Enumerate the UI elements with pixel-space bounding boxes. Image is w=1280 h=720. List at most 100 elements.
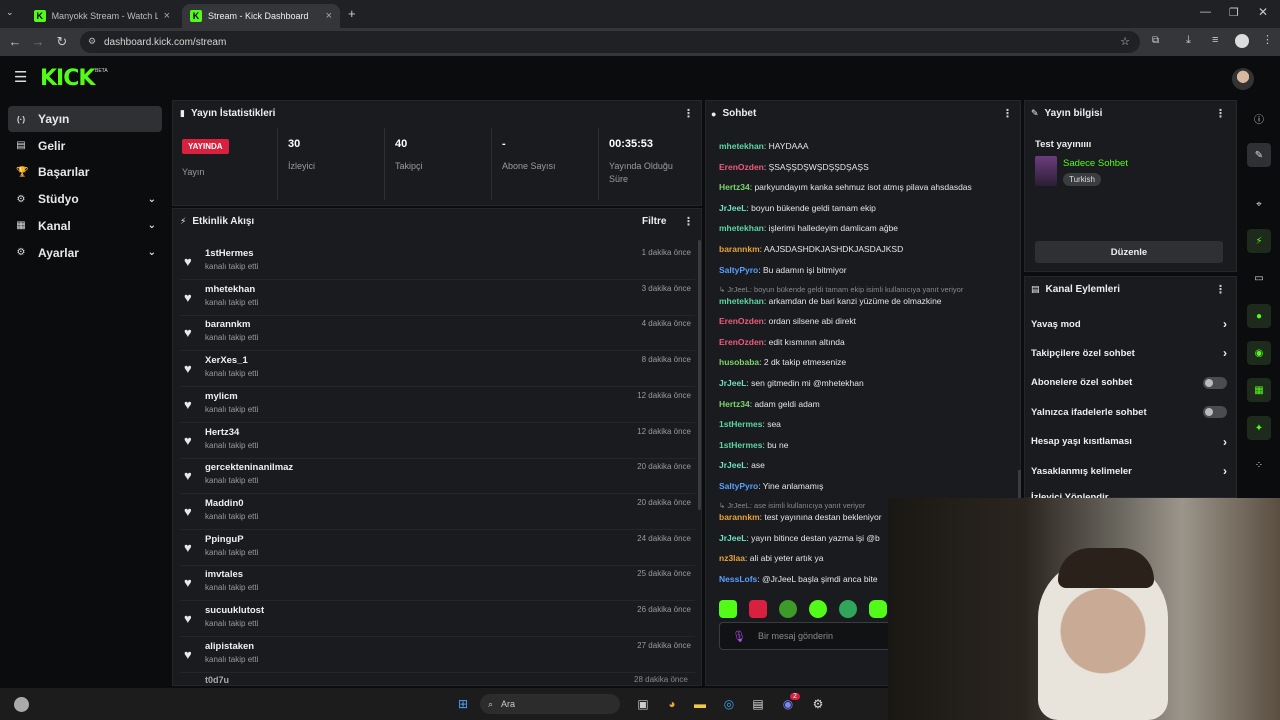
taskbar-search[interactable]: ⌕ Ara (480, 694, 620, 714)
url-field[interactable]: ⚙ dashboard.kick.com/stream ☆ (80, 31, 1140, 53)
windows-start-icon[interactable]: ⊞ (453, 694, 473, 714)
chat-username[interactable]: SaltyPyro (719, 265, 758, 275)
sidebar-item-5[interactable]: ⚙ Ayarlar ⌄ (8, 240, 162, 266)
extensions-icon[interactable]: ⧉ (1152, 35, 1159, 46)
chrome-icon[interactable]: ◕ (662, 694, 682, 714)
activity-username[interactable]: sucuuklutost (205, 605, 264, 616)
file-explorer-icon[interactable]: ▬ (690, 694, 710, 714)
activity-item[interactable]: ♥ barannkm kanalı takip etti 4 dakika önce (180, 315, 695, 352)
reload-icon[interactable]: ↻ (50, 34, 74, 50)
activity-username[interactable]: Hertz34 (205, 427, 239, 438)
activity-username[interactable]: Maddin0 (205, 498, 244, 509)
restore-icon[interactable]: ❐ (1229, 6, 1239, 19)
activity-item[interactable]: ♥ XerXes_1 kanalı takip etti 8 dakika önce (180, 351, 695, 388)
chat-username[interactable]: mhetekhan (719, 141, 764, 151)
lightning-icon[interactable]: ⚡ (1247, 229, 1271, 253)
chat-username[interactable]: mhetekhan (719, 296, 764, 306)
activity-username[interactable]: 1stHermes (205, 248, 254, 259)
chat-username[interactable]: SaltyPyro (719, 481, 758, 491)
tab-search-icon[interactable]: ⌄ (6, 7, 14, 18)
chat-scrollbar[interactable] (1018, 470, 1021, 500)
layout-icon[interactable]: ▦ (1247, 378, 1271, 402)
chat-username[interactable]: mhetekhan (719, 223, 764, 233)
user-avatar[interactable] (1232, 68, 1254, 90)
activity-username[interactable]: XerXes_1 (205, 355, 248, 366)
chat-username[interactable]: JrJeeL (719, 203, 746, 213)
emote-icon[interactable] (869, 600, 887, 618)
close-window-icon[interactable]: ✕ (1258, 5, 1268, 19)
activity-username[interactable]: gercekteninanilmaz (205, 462, 293, 473)
chat-username[interactable]: ErenOzden (719, 162, 764, 172)
new-tab-icon[interactable]: + (348, 6, 356, 21)
sidebar-item-2[interactable]: 🏆 Başarılar (8, 159, 162, 185)
chat-username[interactable]: barannkm (719, 244, 760, 254)
stream-info-menu-icon[interactable]: ⋮ (1215, 107, 1226, 120)
activity-username[interactable]: imvtales (205, 569, 243, 580)
activity-item[interactable]: ♥ Maddin0 kanalı takip etti 20 dakika önce (180, 494, 695, 530)
chat-username[interactable]: JrJeeL (719, 378, 746, 388)
chat-username[interactable]: 1stHermes (719, 419, 762, 429)
activity-username[interactable]: alipistaken (205, 641, 254, 652)
stats-menu-icon[interactable]: ⋮ (683, 107, 694, 120)
forward-icon[interactable]: → (26, 34, 50, 49)
channel-action-item[interactable]: Abonelere özel sohbet (1031, 373, 1227, 393)
download-icon[interactable]: ⤓ (1186, 34, 1191, 47)
activity-username[interactable]: barannkm (205, 319, 250, 330)
site-info-icon[interactable]: ⚙ (88, 36, 96, 47)
chat-username[interactable]: nz3laa (719, 553, 745, 563)
channel-action-item[interactable]: Hesap yaşı kısıtlaması › (1031, 432, 1227, 452)
browser-tab-1[interactable]: K Stream - Kick Dashboard × (182, 4, 340, 28)
chat-username[interactable]: JrJeeL (719, 460, 746, 470)
toggle-switch[interactable] (1203, 406, 1227, 419)
chat-username[interactable]: 1stHermes (719, 440, 762, 450)
emote-icon[interactable] (839, 600, 857, 618)
emote-icon[interactable] (719, 600, 737, 618)
channel-action-item[interactable]: Takipçilere özel sohbet › (1031, 343, 1227, 363)
chat-icon[interactable]: ● (1247, 304, 1271, 328)
info-icon[interactable]: ⓘ (1247, 106, 1271, 130)
activity-username[interactable]: PpinguP (205, 534, 244, 545)
broadcast-icon[interactable]: ◉ (1247, 341, 1271, 365)
sidebar-item-3[interactable]: ⚙ Stüdyo ⌄ (8, 186, 162, 212)
close-tab-icon[interactable]: × (326, 10, 332, 22)
document-icon[interactable]: ▭ (1247, 266, 1271, 290)
emote-icon[interactable] (779, 600, 797, 618)
activity-item[interactable]: ♥ Hertz34 kanalı takip etti 12 dakika önce (180, 423, 695, 459)
activity-item[interactable]: ♥ mhetekhan kanalı takip etti 3 dakika önce (180, 280, 695, 316)
chat-username[interactable]: barannkm (719, 512, 760, 522)
channel-actions-menu-icon[interactable]: ⋮ (1215, 283, 1226, 296)
profile-icon[interactable] (1235, 34, 1249, 48)
minimize-icon[interactable]: — (1200, 6, 1211, 18)
chat-username[interactable]: NessLofs (719, 574, 757, 584)
activity-username[interactable]: mylicm (205, 391, 238, 402)
toggle-switch[interactable] (1203, 376, 1227, 389)
activity-item[interactable]: ♥ sucuuklutost kanalı takip etti 26 dakika … (180, 601, 695, 637)
emote-icon[interactable] (749, 600, 767, 618)
apps-icon[interactable]: ⁘ (1247, 453, 1271, 477)
close-tab-icon[interactable]: × (164, 10, 170, 22)
activity-item[interactable]: ♥ alipistaken kanalı takip etti 27 dakika ö… (180, 637, 695, 673)
edge-icon[interactable]: ◎ (719, 694, 739, 714)
chat-menu-icon[interactable]: ⋮ (1002, 107, 1013, 120)
chat-username[interactable]: husobaba (719, 357, 759, 367)
stream-category[interactable]: Sadece Sohbet (1063, 158, 1128, 169)
activity-item[interactable]: ♥ gercekteninanilmaz kanalı takip etti 20 d… (180, 458, 695, 495)
activity-item[interactable]: ♥ PpinguP kanalı takip etti 24 dakika önce (180, 530, 695, 566)
bookmark-star-icon[interactable]: ☆ (1120, 35, 1130, 48)
sidebar-item-1[interactable]: ▤ Gelir (8, 133, 162, 159)
activity-username[interactable]: mhetekhan (205, 284, 255, 295)
edit-stream-button[interactable]: Düzenle (1035, 241, 1223, 263)
store-icon[interactable]: ▤ (748, 694, 768, 714)
sidebar-item-0[interactable]: (·) Yayın (8, 106, 162, 132)
screen-icon[interactable]: ⌖ (1247, 192, 1271, 216)
edit-icon[interactable]: ✎ (1247, 143, 1271, 167)
task-view-icon[interactable]: ▣ (633, 694, 653, 714)
browser-tab-0[interactable]: K Manyokk Stream - Watch Live o × (26, 4, 178, 28)
channel-action-item[interactable]: Yalnızca ifadelerle sohbet (1031, 402, 1227, 422)
channel-action-item[interactable]: Yasaklanmış kelimeler › (1031, 461, 1227, 481)
wrench-icon[interactable]: ✦ (1247, 416, 1271, 440)
chat-username[interactable]: ErenOzden (719, 337, 764, 347)
activity-item[interactable]: ♥ 1stHermes kanalı takip etti 1 dakika önce (180, 244, 695, 280)
microphone-icon[interactable]: 🎙 (732, 630, 746, 643)
activity-menu-icon[interactable]: ⋮ (683, 215, 694, 228)
